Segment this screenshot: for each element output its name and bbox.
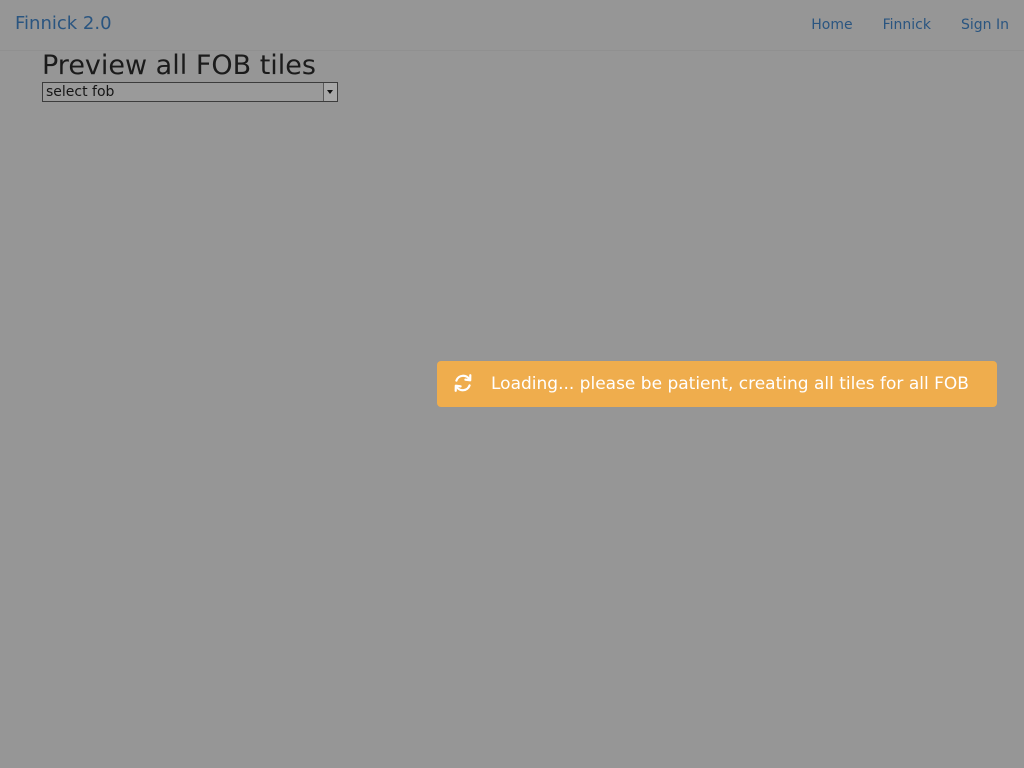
loading-notification: Loading... please be patient, creating a… — [437, 361, 997, 407]
nav-sign-in-link[interactable]: Sign In — [946, 0, 1024, 50]
fob-select[interactable]: select fob — [42, 82, 338, 102]
fob-select-value: select fob — [46, 84, 115, 100]
refresh-icon — [454, 374, 472, 392]
nav-home-link[interactable]: Home — [796, 0, 867, 50]
page-title: Preview all FOB tiles — [42, 50, 316, 81]
navbar: Finnick 2.0 Home Finnick Sign In — [0, 0, 1024, 50]
chevron-down-icon[interactable] — [323, 83, 337, 101]
nav-links: Home Finnick Sign In — [796, 0, 1024, 50]
brand-link[interactable]: Finnick 2.0 — [15, 13, 112, 35]
nav-finnick-link[interactable]: Finnick — [868, 0, 946, 50]
loading-message: Loading... please be patient, creating a… — [491, 374, 969, 394]
